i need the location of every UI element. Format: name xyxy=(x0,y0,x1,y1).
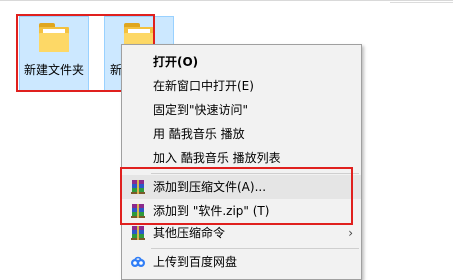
menu-item-open[interactable]: 打开(O) xyxy=(122,50,361,74)
menu-item-pin-quick-access[interactable]: 固定到"快速访问" xyxy=(122,98,361,122)
window-top-border xyxy=(0,0,453,1)
menu-separator xyxy=(151,248,359,249)
folder-label: 新建文件夹 xyxy=(23,63,84,77)
menu-item-upload-baidu[interactable]: 上传到百度网盘 xyxy=(122,250,361,274)
folder-item-new-folder[interactable]: 新建文件夹 xyxy=(19,16,89,92)
menu-item-play-kuwo[interactable]: 用 酷我音乐 播放 xyxy=(122,122,361,146)
winrar-archive-icon xyxy=(131,226,145,240)
menu-item-add-kuwo-playlist[interactable]: 加入 酷我音乐 播放列表 xyxy=(122,146,361,170)
folder-icon xyxy=(37,23,71,53)
winrar-archive-icon xyxy=(131,204,145,218)
menu-separator xyxy=(151,173,359,174)
context-menu: 打开(O) 在新窗口中打开(E) 固定到"快速访问" 用 酷我音乐 播放 加入 … xyxy=(121,44,362,280)
menu-item-add-to-zip[interactable]: 添加到 "软件.zip" (T) xyxy=(122,199,361,223)
menu-item-add-to-archive[interactable]: 添加到压缩文件(A)... xyxy=(122,175,361,199)
menu-item-other-compress-commands[interactable]: 其他压缩命令 › xyxy=(122,221,361,245)
winrar-archive-icon xyxy=(131,180,145,194)
chevron-right-icon: › xyxy=(348,226,353,240)
right-panel-edge xyxy=(390,0,453,3)
baidu-netdisk-icon xyxy=(131,256,145,267)
menu-item-open-new-window[interactable]: 在新窗口中打开(E) xyxy=(122,74,361,98)
